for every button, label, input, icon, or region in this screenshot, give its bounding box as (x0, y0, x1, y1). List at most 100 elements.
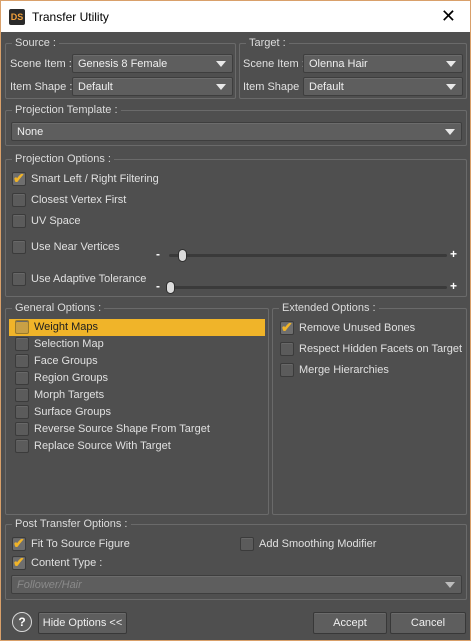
check-icon: ✔ (13, 535, 25, 551)
near-vertices-checkbox[interactable] (12, 240, 26, 254)
extended-option-checkbox[interactable]: ✔ (280, 319, 294, 335)
projection-template-value: None (17, 126, 44, 138)
extended-option-respect-hidden-facets[interactable]: Respect Hidden Facets on Target (274, 341, 464, 358)
close-icon[interactable]: ✕ (441, 6, 456, 26)
general-option-label: Face Groups (34, 355, 98, 367)
adaptive-tolerance-slider-track[interactable] (169, 286, 447, 289)
general-option-label: Weight Maps (34, 321, 98, 333)
general-option-checkbox[interactable] (15, 337, 29, 351)
source-group-title: Source : (12, 37, 59, 49)
title-bar: DS Transfer Utility ✕ (0, 0, 471, 32)
smart-filtering-label: Smart Left / Right Filtering (31, 173, 159, 185)
fit-to-source-label: Fit To Source Figure (31, 538, 130, 550)
extended-option-remove-unused-bones[interactable]: ✔ Remove Unused Bones (274, 319, 464, 337)
check-icon: ✔ (13, 554, 25, 570)
add-smoothing-label: Add Smoothing Modifier (259, 538, 377, 550)
general-option-checkbox[interactable] (15, 439, 29, 453)
help-icon[interactable]: ? (12, 612, 32, 632)
near-vertices-slider-minus[interactable]: - (156, 248, 160, 260)
general-option-label: Morph Targets (34, 389, 105, 401)
target-item-shape-dropdown[interactable]: Default (303, 77, 463, 96)
extended-option-merge-hierarchies[interactable]: Merge Hierarchies (274, 362, 464, 379)
adaptive-tolerance-slider-plus[interactable]: + (450, 280, 457, 292)
extended-option-label: Remove Unused Bones (299, 322, 416, 334)
near-vertices-slider-track[interactable] (169, 254, 447, 257)
near-vertices-slider-plus[interactable]: + (450, 248, 457, 260)
adaptive-tolerance-slider-minus[interactable]: - (156, 280, 160, 292)
extended-option-checkbox[interactable] (280, 342, 294, 356)
projection-template-group: Projection Template : None (5, 104, 467, 146)
general-option-weight-maps[interactable]: Weight Maps (9, 319, 265, 336)
chevron-down-icon (216, 84, 226, 90)
general-option-checkbox[interactable] (15, 388, 29, 402)
source-item-shape-dropdown[interactable]: Default (72, 77, 233, 96)
chevron-down-icon (445, 582, 455, 588)
general-option-selection-map[interactable]: Selection Map (9, 336, 265, 353)
source-item-shape-label: Item Shape : (10, 81, 73, 93)
accept-button[interactable]: Accept (313, 612, 387, 634)
source-item-shape-value: Default (78, 81, 113, 93)
general-option-label: Region Groups (34, 372, 108, 384)
add-smoothing-checkbox[interactable] (240, 537, 254, 551)
general-option-reverse-source-shape[interactable]: Reverse Source Shape From Target (9, 421, 265, 438)
content-type-checkbox[interactable]: ✔ (12, 554, 26, 570)
adaptive-tolerance-label: Use Adaptive Tolerance (31, 273, 147, 285)
projection-template-dropdown[interactable]: None (11, 122, 462, 141)
general-option-checkbox[interactable] (15, 422, 29, 436)
chevron-down-icon (446, 84, 456, 90)
near-vertices-slider-thumb[interactable] (178, 249, 187, 262)
source-scene-item-value: Genesis 8 Female (78, 58, 168, 70)
general-option-replace-source[interactable]: Replace Source With Target (9, 438, 265, 455)
uv-space-label: UV Space (31, 215, 81, 227)
source-scene-item-label: Scene Item : (10, 58, 72, 70)
general-option-checkbox[interactable] (15, 405, 29, 419)
general-option-label: Surface Groups (34, 406, 112, 418)
adaptive-tolerance-slider-thumb[interactable] (166, 281, 175, 294)
extended-options-group: Extended Options : ✔ Remove Unused Bones… (272, 302, 467, 515)
general-option-surface-groups[interactable]: Surface Groups (9, 404, 265, 421)
projection-options-group: Projection Options : ✔ Smart Left / Righ… (5, 153, 467, 297)
projection-template-title: Projection Template : (12, 104, 121, 116)
closest-vertex-label: Closest Vertex First (31, 194, 127, 206)
chevron-down-icon (445, 129, 455, 135)
chevron-down-icon (446, 61, 456, 67)
general-options-group: General Options : Weight Maps Selection … (5, 302, 269, 515)
general-option-region-groups[interactable]: Region Groups (9, 370, 265, 387)
general-option-label: Reverse Source Shape From Target (34, 423, 210, 435)
check-icon: ✔ (281, 319, 293, 335)
content-type-value: Follower/Hair (17, 579, 82, 591)
extended-options-title: Extended Options : (279, 302, 379, 314)
general-options-title: General Options : (12, 302, 105, 314)
check-icon: ✔ (13, 170, 25, 186)
window-title: Transfer Utility (32, 10, 109, 24)
adaptive-tolerance-checkbox[interactable] (12, 272, 26, 286)
target-scene-item-dropdown[interactable]: Olenna Hair (303, 54, 463, 73)
target-item-shape-value: Default (309, 81, 344, 93)
closest-vertex-checkbox[interactable] (12, 193, 26, 207)
cancel-button[interactable]: Cancel (390, 612, 466, 634)
uv-space-checkbox[interactable] (12, 214, 26, 228)
general-option-label: Selection Map (34, 338, 104, 350)
target-group-title: Target : (246, 37, 289, 49)
fit-to-source-checkbox[interactable]: ✔ (12, 535, 26, 551)
extended-option-checkbox[interactable] (280, 363, 294, 377)
smart-filtering-checkbox[interactable]: ✔ (12, 170, 26, 186)
extended-option-label: Merge Hierarchies (299, 364, 389, 376)
target-scene-item-value: Olenna Hair (309, 58, 368, 70)
app-icon: DS (9, 9, 25, 25)
general-option-checkbox[interactable] (15, 371, 29, 385)
hide-options-button[interactable]: Hide Options << (38, 612, 127, 634)
target-group: Target : Scene Item : Olenna Hair Item S… (239, 37, 467, 99)
target-scene-item-label: Scene Item : (243, 58, 305, 70)
content-type-dropdown[interactable]: Follower/Hair (11, 575, 462, 594)
content-type-label: Content Type : (31, 557, 103, 569)
source-scene-item-dropdown[interactable]: Genesis 8 Female (72, 54, 233, 73)
post-transfer-group: Post Transfer Options : ✔ Fit To Source … (5, 518, 467, 600)
general-option-face-groups[interactable]: Face Groups (9, 353, 265, 370)
general-option-label: Replace Source With Target (34, 440, 171, 452)
general-option-morph-targets[interactable]: Morph Targets (9, 387, 265, 404)
dialog-body: Source : Scene Item : Genesis 8 Female I… (0, 32, 471, 641)
general-option-checkbox[interactable] (15, 354, 29, 368)
general-option-checkbox[interactable] (15, 320, 29, 334)
near-vertices-label: Use Near Vertices (31, 241, 120, 253)
